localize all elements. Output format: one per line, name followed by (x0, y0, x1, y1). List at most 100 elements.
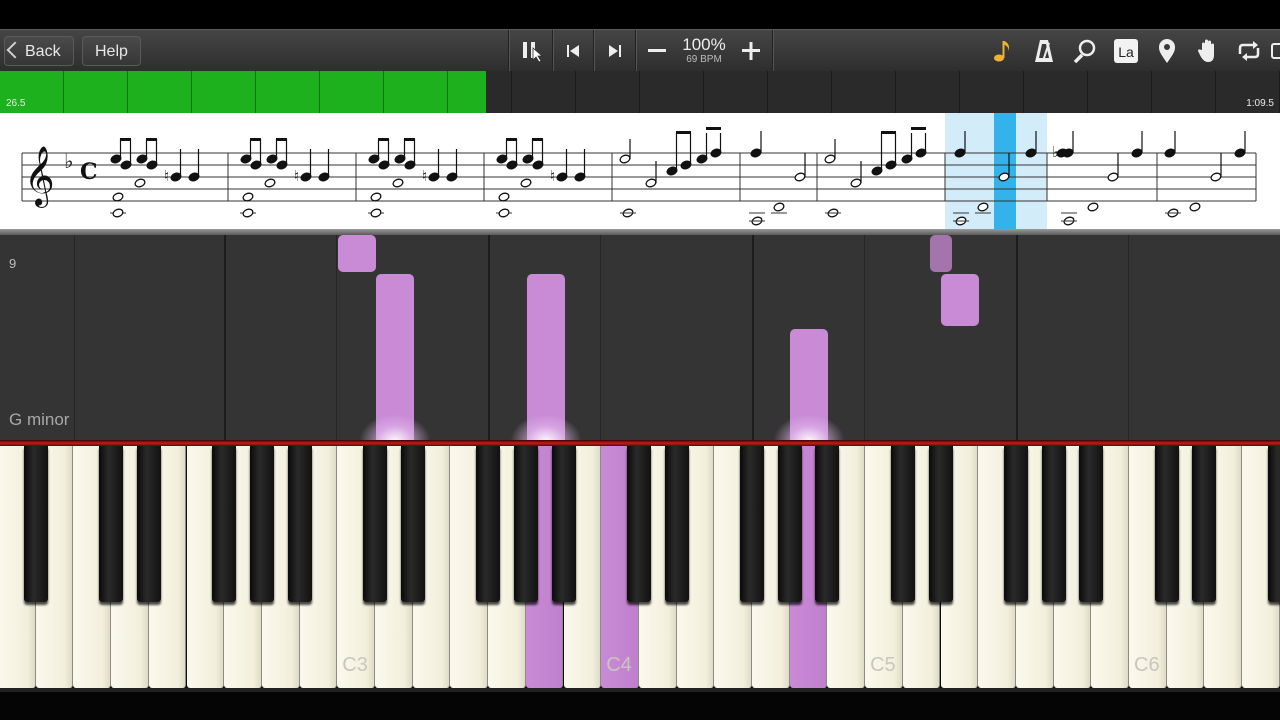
grid-line (1016, 235, 1018, 440)
location-pin-icon[interactable] (1152, 36, 1182, 66)
treble-clef: 𝄞 (24, 146, 55, 208)
more-icon[interactable] (1270, 36, 1280, 66)
note-icon[interactable] (987, 36, 1017, 66)
note-beam (250, 138, 261, 141)
staff-notation: 𝄞 ♭ C ♮ ♮ ♮ ♮♭ (21, 113, 1257, 229)
progress-tick (575, 71, 576, 113)
black-key-fsharp6[interactable] (1267, 446, 1280, 602)
help-button[interactable]: Help (82, 36, 141, 66)
progress-tick (895, 71, 896, 113)
key-flat: ♭ (64, 149, 73, 173)
grid-line (336, 235, 337, 440)
note-beam (146, 138, 157, 141)
black-key-fsharp2[interactable] (212, 446, 237, 602)
black-key-fsharp5[interactable] (1003, 446, 1028, 602)
note-head (750, 148, 762, 158)
toolbar-divider (593, 30, 594, 72)
keyboard-bottom-bar (0, 688, 1280, 720)
progress-tick (959, 71, 960, 113)
octave-label: C3 (342, 654, 368, 676)
note-head (1210, 172, 1222, 182)
black-key-csharp2[interactable] (99, 446, 124, 602)
black-key-gsharp5[interactable] (1041, 446, 1066, 602)
falling-note (338, 235, 376, 272)
note-beam (706, 127, 721, 130)
back-button-label: Back (25, 43, 61, 60)
black-key-asharp1[interactable] (23, 446, 48, 602)
loop-icon[interactable] (1234, 36, 1264, 66)
black-key-gsharp4[interactable] (777, 446, 802, 602)
black-key-asharp5[interactable] (1079, 446, 1104, 602)
black-key-fsharp3[interactable] (476, 446, 501, 602)
black-key-csharp3[interactable] (363, 446, 387, 602)
grid-line (864, 235, 865, 440)
black-key-asharp4[interactable] (815, 446, 840, 602)
note-hit-glow (511, 415, 581, 440)
note-head (264, 178, 276, 188)
progress-tick (1087, 71, 1088, 113)
note-head (1164, 148, 1176, 158)
black-key-dsharp4[interactable] (664, 446, 689, 602)
zoom-level: 100% (682, 35, 726, 54)
progress-tick (447, 71, 448, 113)
piano-keyboard[interactable]: C3 C4 C5 C6 (0, 446, 1280, 688)
skip-forward-icon[interactable] (600, 36, 630, 66)
note-head (392, 178, 404, 188)
note-beam (378, 138, 389, 141)
toolbar: Back Help 100% 69 BPM La (0, 29, 1280, 72)
sheet-music[interactable]: 𝄞 ♭ C ♮ ♮ ♮ ♮ ♭ (0, 113, 1280, 229)
note-head (1131, 148, 1143, 158)
black-key-asharp2[interactable] (287, 446, 312, 602)
note-beam (911, 127, 926, 130)
progress-tick (767, 71, 768, 113)
black-key-dsharp6[interactable] (1192, 446, 1217, 602)
black-key-gsharp2[interactable] (249, 446, 274, 602)
black-key-asharp3[interactable] (551, 446, 576, 602)
octave-label: C5 (870, 654, 896, 676)
magnifier-icon[interactable] (1070, 36, 1100, 66)
black-key-dsharp2[interactable] (136, 446, 161, 602)
progress-tick (639, 71, 640, 113)
black-key-gsharp3[interactable] (513, 446, 538, 602)
song-progress-bar[interactable]: 26.5 1:09.5 (0, 71, 1280, 113)
progress-tick (319, 71, 320, 113)
synthesia-app: Back Help 100% 69 BPM La 26.5 1:09.5 𝄞 ♭… (0, 0, 1280, 720)
black-key-csharp5[interactable] (890, 446, 915, 602)
progress-tick (127, 71, 128, 113)
progress-tick (703, 71, 704, 113)
black-key-csharp4[interactable] (626, 446, 651, 602)
octave-label: C4 (606, 654, 632, 676)
note-labels-icon[interactable]: La (1111, 36, 1141, 66)
note-head (242, 208, 254, 218)
metronome-icon[interactable] (1029, 36, 1059, 66)
tempo-bpm: 69 BPM (686, 54, 722, 65)
grid-line (600, 235, 601, 440)
grid-line (752, 235, 754, 440)
note-beam (404, 138, 415, 141)
plus-icon[interactable] (736, 36, 766, 66)
back-button[interactable]: Back (4, 36, 74, 66)
falling-note (941, 274, 979, 326)
black-key-dsharp3[interactable] (400, 446, 425, 602)
toolbar-divider (772, 30, 773, 72)
hand-icon[interactable] (1193, 36, 1223, 66)
black-key-csharp6[interactable] (1154, 446, 1179, 602)
toolbar-divider (552, 30, 553, 72)
accidental: ♮ (422, 167, 427, 185)
keyboard-strip (0, 688, 1280, 692)
progress-tick (383, 71, 384, 113)
chevron-left-icon (6, 41, 24, 59)
progress-tick (1151, 71, 1152, 113)
key-signature-label: G minor (9, 410, 70, 429)
pause-icon[interactable] (516, 36, 546, 66)
note-head (134, 178, 146, 188)
black-key-fsharp4[interactable] (740, 446, 764, 602)
note-beam (276, 138, 287, 141)
progress-tick (511, 71, 512, 113)
minus-icon[interactable] (642, 36, 672, 66)
note-head (850, 178, 862, 188)
black-key-dsharp5[interactable] (928, 446, 953, 602)
note-head (773, 202, 785, 212)
skip-back-icon[interactable] (558, 36, 588, 66)
note-hit-glow (360, 415, 430, 440)
